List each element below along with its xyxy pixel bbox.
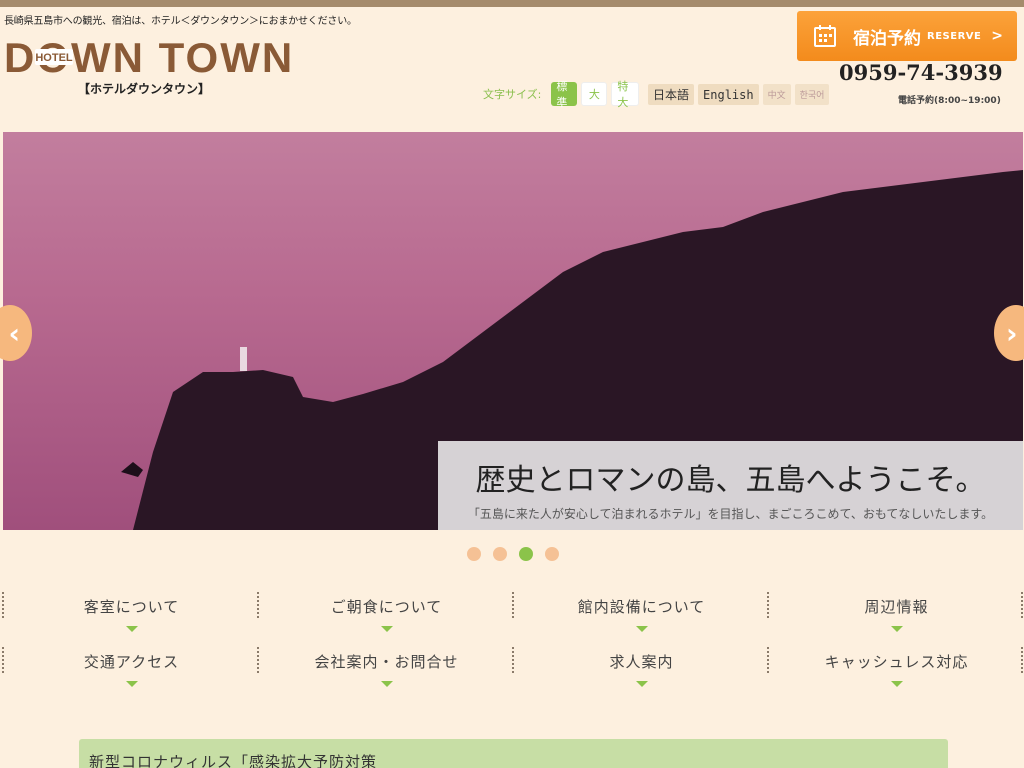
covid-notice-banner[interactable]: 新型コロナウィルス「感染拡大予防対策 [79,739,948,768]
tagline: 長崎県五島市への観光、宿泊は、ホテル＜ダウンタウン＞におまかせください。 [4,16,357,27]
menu-item-area-info[interactable]: 周辺情報 [769,590,1024,632]
menu-row: 交通アクセス 会社案内・お問合せ 求人案内 キャッシュレス対応 [0,645,1024,700]
reserve-button[interactable]: 宿泊予約 RESERVE > [797,11,1017,61]
menu-item-label: 館内設備について [577,598,706,616]
reserve-label-en: RESERVE [927,30,982,42]
menu-item-breakfast[interactable]: ご朝食について [259,590,514,632]
chevron-left-icon: ‹ [8,316,20,350]
menu-divider [1021,592,1023,618]
font-size-xlarge-button[interactable]: 特大 [611,80,640,109]
menu-item-label: ご朝食について [330,598,443,616]
lighthouse [240,347,247,371]
font-size-large-button[interactable]: 大 [581,82,608,106]
triangle-down-icon [635,626,648,632]
hero-caption: 歴史とロマンの島、五島へようこそ。 「五島に来た人が安心して泊まれるホテル」を目… [438,441,1023,530]
menu-item-label: 会社案内・お問合せ [314,653,459,671]
menu-item-rooms[interactable]: 客室について [4,590,259,632]
calendar-icon [814,25,836,47]
top-stripe [0,0,1024,7]
triangle-down-icon [380,626,393,632]
triangle-down-icon [890,681,903,687]
slider-dots [467,547,559,561]
main-menu: 客室について ご朝食について 館内設備について 周辺情報 交通アクセス 会社案内… [0,590,1024,700]
lang-chinese-button[interactable]: 中文 [762,84,791,105]
triangle-down-icon [380,681,393,687]
chevron-right-icon: > [991,28,1003,44]
phone-hours: 電話予約(8:00~19:00) [898,96,1001,106]
menu-item-label: 客室について [83,598,180,616]
menu-item-label: 求人案内 [609,653,674,671]
language-switcher: 日本語 English 中文 한국어 [648,84,830,105]
menu-item-facilities[interactable]: 館内設備について [514,590,769,632]
menu-item-company-contact[interactable]: 会社案内・お問合せ [259,645,514,687]
font-size-standard-button[interactable]: 標準 [551,80,578,109]
logo-small: HOTEL [35,52,73,64]
slider-dot-active[interactable] [519,547,533,561]
lang-korean-button[interactable]: 한국어 [794,84,830,105]
menu-divider [1021,647,1023,673]
triangle-down-icon [125,626,138,632]
menu-item-label: 周辺情報 [864,598,929,616]
hotel-logo[interactable]: DOWN TOWN HOTEL [2,34,292,78]
menu-item-label: 交通アクセス [83,653,180,671]
triangle-down-icon [635,681,648,687]
menu-item-cashless[interactable]: キャッシュレス対応 [769,645,1024,687]
hero-caption-text: 「五島に来た人が安心して泊まれるホテル」を目指し、まごころこめて、おもてなしいた… [467,507,994,521]
logo-subtitle: 【ホテルダウンタウン】 [78,82,211,96]
menu-item-access[interactable]: 交通アクセス [4,645,259,687]
slider-dot[interactable] [493,547,507,561]
font-size-label: 文字サイズ: [483,88,542,101]
hero-caption-title: 歴史とロマンの島、五島へようこそ。 [475,463,986,498]
menu-row: 客室について ご朝食について 館内設備について 周辺情報 [0,590,1024,645]
chevron-right-icon: › [1006,316,1018,350]
phone-number[interactable]: 0959-74-3939 [839,60,1003,85]
triangle-down-icon [890,626,903,632]
lang-japanese-button[interactable]: 日本語 [648,84,695,105]
font-size-switcher: 文字サイズ: 標準 大 特大 [483,80,640,109]
reserve-label: 宿泊予約 [853,28,921,49]
menu-item-label: キャッシュレス対応 [824,653,969,671]
triangle-down-icon [125,681,138,687]
slider-dot[interactable] [545,547,559,561]
menu-item-recruit[interactable]: 求人案内 [514,645,769,687]
slider-dot[interactable] [467,547,481,561]
lang-english-button[interactable]: English [698,84,759,105]
